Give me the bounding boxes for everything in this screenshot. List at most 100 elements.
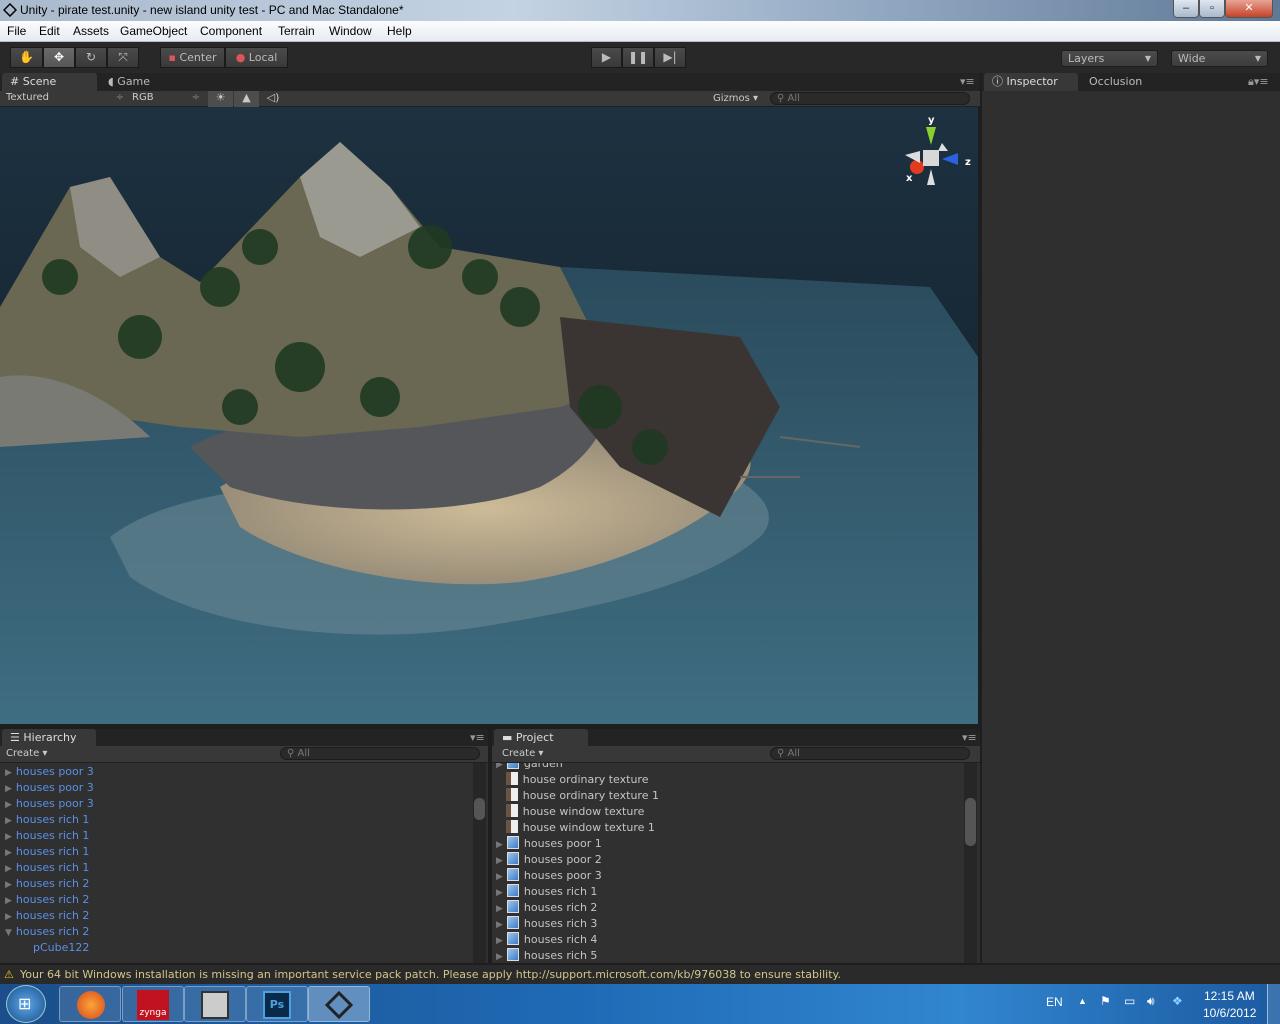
collapsed-arrow-icon[interactable]: ▶ xyxy=(5,896,12,906)
collapsed-arrow-icon[interactable]: ▶ xyxy=(5,816,12,826)
collapsed-arrow-icon[interactable]: ▶ xyxy=(5,880,12,890)
hierarchy-item[interactable]: ▶ houses rich 1 xyxy=(5,828,89,844)
project-item[interactable]: house ordinary texture xyxy=(496,772,648,788)
project-item[interactable]: ▶ houses poor 2 xyxy=(496,852,602,868)
pivot-center-button[interactable]: ▪ Center xyxy=(160,47,225,68)
scale-tool-button[interactable]: ⤧ xyxy=(107,47,139,68)
project-item[interactable]: house window texture xyxy=(496,804,644,820)
project-item[interactable]: ▶ garden xyxy=(496,763,563,772)
project-search-input[interactable]: ⚲ All xyxy=(770,747,970,760)
collapsed-arrow-icon[interactable]: ▶ xyxy=(5,864,12,874)
hierarchy-create-button[interactable]: Create ▾ xyxy=(6,748,47,759)
language-indicator[interactable]: EN xyxy=(1046,995,1063,1009)
lighting-toggle[interactable]: ☀ xyxy=(208,91,233,107)
project-scrollbar[interactable] xyxy=(964,763,977,963)
lock-icon[interactable]: 🔒︎▾≡ xyxy=(1240,73,1277,91)
hierarchy-item[interactable]: ▶ houses poor 3 xyxy=(5,796,94,812)
play-button[interactable]: ▶ xyxy=(591,47,622,68)
menu-file[interactable]: File xyxy=(7,24,26,38)
menu-terrain[interactable]: Terrain xyxy=(278,24,315,38)
collapsed-arrow-icon[interactable]: ▶ xyxy=(496,856,503,866)
collapsed-arrow-icon[interactable]: ▶ xyxy=(496,763,503,770)
menu-window[interactable]: Window xyxy=(329,24,372,38)
hierarchy-search-input[interactable]: ⚲ All xyxy=(280,747,480,760)
close-button[interactable]: ✕ xyxy=(1225,0,1273,18)
menu-assets[interactable]: Assets xyxy=(73,24,109,38)
collapsed-arrow-icon[interactable]: ▶ xyxy=(496,920,503,930)
action-center-flag-icon[interactable]: ⚑ xyxy=(1100,994,1111,1008)
orientation-gizmo[interactable]: y z x xyxy=(900,115,975,190)
clock-time[interactable]: 12:15 AM xyxy=(1204,989,1255,1003)
status-bar[interactable]: ⚠ Your 64 bit Windows installation is mi… xyxy=(0,965,1280,984)
tab-scene[interactable]: # Scene xyxy=(2,73,97,91)
collapsed-arrow-icon[interactable]: ▶ xyxy=(496,952,503,962)
hierarchy-item[interactable]: ▼ houses rich 2 xyxy=(5,924,89,940)
show-desktop-button[interactable] xyxy=(1267,984,1280,1024)
collapsed-arrow-icon[interactable]: ▶ xyxy=(496,840,503,850)
skybox-toggle[interactable]: ▲ xyxy=(234,91,259,107)
tab-hierarchy[interactable]: ☰ Hierarchy xyxy=(2,729,96,746)
layout-dropdown[interactable]: Wide ▼ xyxy=(1171,50,1268,67)
hierarchy-item[interactable]: ▶ houses rich 2 xyxy=(5,876,89,892)
scrollbar-thumb[interactable] xyxy=(474,798,485,820)
collapsed-arrow-icon[interactable] xyxy=(496,824,502,834)
collapsed-arrow-icon[interactable]: ▶ xyxy=(5,800,12,810)
volume-icon[interactable]: 🔊︎ xyxy=(1147,994,1155,1009)
panel-menu-icon[interactable]: ▾≡ xyxy=(462,729,493,747)
taskbar-photoshop[interactable]: Ps xyxy=(246,986,308,1022)
collapsed-arrow-icon[interactable]: ▶ xyxy=(5,912,12,922)
scrollbar-thumb[interactable] xyxy=(965,798,976,846)
collapsed-arrow-icon[interactable]: ▶ xyxy=(496,904,503,914)
project-item[interactable]: house ordinary texture 1 xyxy=(496,788,659,804)
project-item[interactable]: ▶ houses rich 4 xyxy=(496,932,597,948)
project-item[interactable]: ▶ houses rich 2 xyxy=(496,900,597,916)
render-mode-dropdown[interactable]: Textured ÷ xyxy=(6,92,126,103)
project-item[interactable]: ▶ houses rich 1 xyxy=(496,884,597,900)
step-button[interactable]: ▶| xyxy=(654,47,686,68)
project-item[interactable]: ▶ houses rich 3 xyxy=(496,916,597,932)
collapsed-arrow-icon[interactable]: ▶ xyxy=(5,784,12,794)
rotate-tool-button[interactable]: ↻ xyxy=(75,47,107,68)
panel-menu-icon[interactable]: ▾≡ xyxy=(954,729,985,747)
hierarchy-item[interactable]: ▶ houses poor 3 xyxy=(5,764,94,780)
hierarchy-item[interactable]: ▶ houses rich 1 xyxy=(5,844,89,860)
tab-occlusion[interactable]: Occlusion xyxy=(1081,73,1150,91)
hierarchy-item[interactable]: ▶ houses rich 2 xyxy=(5,892,89,908)
collapsed-arrow-icon[interactable]: ▶ xyxy=(496,936,503,946)
layers-dropdown[interactable]: Layers ▼ xyxy=(1061,50,1158,67)
hierarchy-item[interactable]: ▶ houses poor 3 xyxy=(5,780,94,796)
dropbox-icon[interactable]: ❖ xyxy=(1172,994,1183,1008)
scene-viewport[interactable]: y z x xyxy=(0,107,978,724)
taskbar-zynga[interactable]: zynga xyxy=(122,986,184,1022)
expanded-arrow-icon[interactable]: ▼ xyxy=(5,928,12,938)
start-button[interactable]: ⊞ xyxy=(6,985,46,1023)
hierarchy-item[interactable]: ▶ houses rich 1 xyxy=(5,812,89,828)
taskbar-unity[interactable] xyxy=(308,986,370,1022)
project-item[interactable]: ▶ houses poor 1 xyxy=(496,836,602,852)
menu-component[interactable]: Component xyxy=(200,24,262,38)
tab-game[interactable]: ◖ Game xyxy=(100,73,158,91)
gizmos-dropdown[interactable]: Gizmos ▾ xyxy=(713,93,758,104)
project-item[interactable]: ▶ houses poor 3 xyxy=(496,868,602,884)
collapsed-arrow-icon[interactable]: ▶ xyxy=(5,832,12,842)
clock-date[interactable]: 10/6/2012 xyxy=(1203,1006,1256,1020)
minimize-button[interactable]: – xyxy=(1173,0,1199,18)
hierarchy-item[interactable]: pCube122 xyxy=(33,940,89,956)
taskbar-firefox[interactable] xyxy=(59,986,121,1022)
collapsed-arrow-icon[interactable] xyxy=(496,792,502,802)
maximize-button[interactable]: ▫ xyxy=(1199,0,1225,18)
pivot-local-button[interactable]: ● Local xyxy=(225,47,288,68)
menu-help[interactable]: Help xyxy=(387,24,412,38)
project-create-button[interactable]: Create ▾ xyxy=(502,748,543,759)
collapsed-arrow-icon[interactable]: ▶ xyxy=(496,888,503,898)
network-icon[interactable]: ▭ xyxy=(1124,994,1135,1008)
collapsed-arrow-icon[interactable]: ▶ xyxy=(5,768,12,778)
taskbar-calculator[interactable] xyxy=(184,986,246,1022)
hierarchy-item[interactable]: ▶ houses rich 2 xyxy=(5,908,89,924)
project-item[interactable]: house window texture 1 xyxy=(496,820,655,836)
panel-menu-icon[interactable]: ▾≡ xyxy=(952,73,983,91)
project-item[interactable]: ▶ houses rich 5 xyxy=(496,948,597,963)
hierarchy-item[interactable]: ▶ houses rich 1 xyxy=(5,860,89,876)
hierarchy-scrollbar[interactable] xyxy=(473,763,486,963)
show-hidden-icons-icon[interactable]: ▲ xyxy=(1078,996,1087,1006)
